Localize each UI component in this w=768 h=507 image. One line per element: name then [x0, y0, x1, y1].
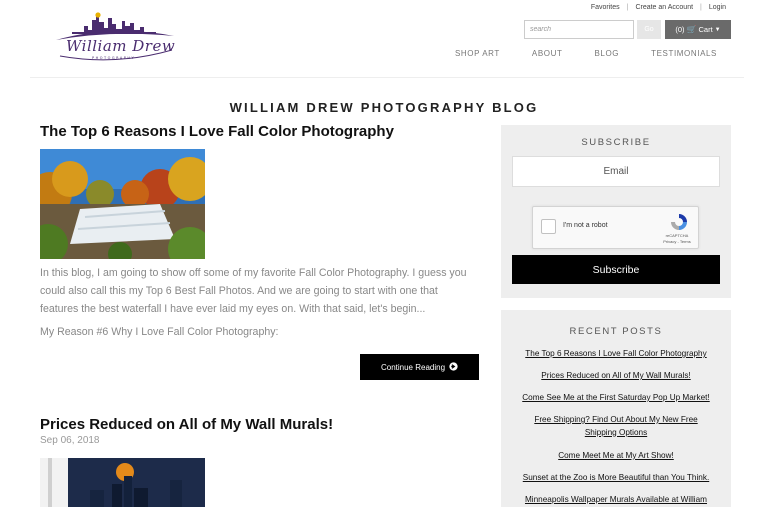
- recaptcha-checkbox[interactable]: [541, 219, 556, 234]
- recent-post-link[interactable]: Sunset at the Zoo is More Beautiful than…: [501, 472, 731, 485]
- logo-tagline: PHOTOGRAPHY: [92, 56, 136, 60]
- main-nav: SHOP ART ABOUT BLOG TESTIMONIALS: [455, 49, 717, 58]
- recaptcha-brand: reCAPTCHA: [665, 233, 689, 238]
- recent-posts-panel: RECENT POSTS The Top 6 Reasons I Love Fa…: [501, 310, 731, 507]
- cart-count: (0): [675, 25, 685, 34]
- blog-title: WILLIAM DREW PHOTOGRAPHY BLOG: [229, 100, 539, 115]
- post-image-waterfall[interactable]: [40, 149, 205, 259]
- top-links: Favorites | Create an Account | Login: [591, 4, 726, 11]
- post-excerpt: In this blog, I am going to show off som…: [40, 267, 467, 315]
- cart-button[interactable]: (0) 🛒 Cart ▼: [665, 20, 731, 39]
- recaptcha-terms[interactable]: Privacy - Terms: [657, 239, 697, 244]
- post-date: Sep 06, 2018: [40, 435, 100, 446]
- email-field[interactable]: [512, 156, 720, 187]
- continue-reading-button[interactable]: Continue Reading: [360, 354, 479, 380]
- post-image-city-moon[interactable]: [40, 458, 205, 507]
- create-account-link[interactable]: Create an Account: [635, 4, 693, 11]
- cart-label: Cart: [698, 25, 713, 34]
- recent-post-link[interactable]: Come Meet Me at My Art Show!: [501, 450, 731, 463]
- site-logo[interactable]: William Drew PHOTOGRAPHY: [52, 10, 180, 66]
- nav-testimonials[interactable]: TESTIMONIALS: [651, 49, 717, 58]
- recent-post-link[interactable]: Minneapolis Wallpaper Murals Available a…: [501, 494, 731, 507]
- recent-post-link[interactable]: Come See Me at the First Saturday Pop Up…: [501, 392, 731, 405]
- nav-about[interactable]: ABOUT: [532, 49, 563, 58]
- chevron-down-icon: ▼: [714, 26, 721, 33]
- recent-posts-title: RECENT POSTS: [569, 326, 663, 337]
- post-title[interactable]: The Top 6 Reasons I Love Fall Color Phot…: [40, 123, 394, 140]
- recent-post-link[interactable]: Prices Reduced on All of My Wall Murals!: [501, 370, 731, 383]
- divider: |: [626, 4, 629, 11]
- recaptcha-label: I'm not a robot: [563, 222, 608, 229]
- recent-post-link[interactable]: Free Shipping? Find Out About My New Fre…: [501, 414, 731, 439]
- continue-reading-label: Continue Reading: [380, 362, 446, 372]
- recent-post-link[interactable]: The Top 6 Reasons I Love Fall Color Phot…: [501, 348, 731, 361]
- header-divider: [30, 77, 744, 78]
- logo-wordmark: William Drew: [66, 37, 176, 55]
- subscribe-title: SUBSCRIBE: [581, 137, 651, 148]
- search-go-button[interactable]: Go: [637, 20, 661, 39]
- subscribe-panel: SUBSCRIBE I'm not a robot reCAPTCHA Priv…: [501, 125, 731, 298]
- post-title[interactable]: Prices Reduced on All of My Wall Murals!: [40, 416, 333, 433]
- nav-blog[interactable]: BLOG: [594, 49, 619, 58]
- recaptcha-icon: [669, 212, 689, 232]
- search-input[interactable]: [524, 20, 634, 39]
- arrow-circle-right-icon: [449, 361, 458, 373]
- recaptcha-widget: I'm not a robot reCAPTCHA Privacy - Term…: [532, 206, 699, 249]
- login-link[interactable]: Login: [709, 4, 726, 11]
- post-subheading: My Reason #6 Why I Love Fall Color Photo…: [40, 326, 279, 338]
- cart-icon: 🛒: [686, 25, 697, 34]
- divider: |: [700, 4, 702, 11]
- nav-shop-art[interactable]: SHOP ART: [455, 49, 500, 58]
- favorites-link[interactable]: Favorites: [591, 4, 620, 11]
- subscribe-button[interactable]: Subscribe: [512, 255, 720, 284]
